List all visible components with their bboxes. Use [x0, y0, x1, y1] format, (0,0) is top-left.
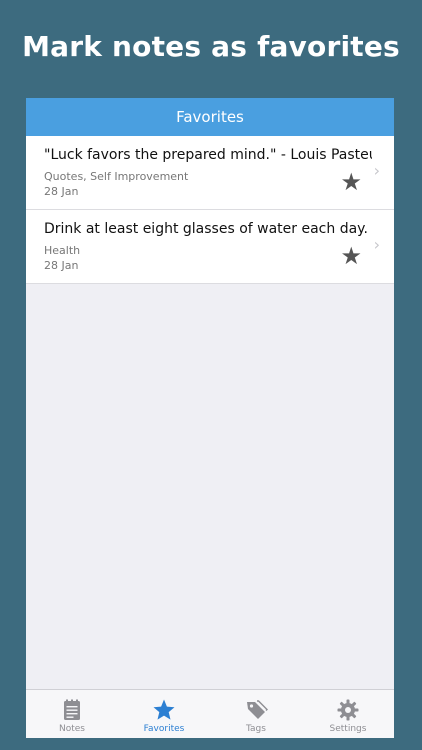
- notepad-icon: [64, 699, 80, 720]
- tab-bar: Notes Favorites Tags Settings: [26, 689, 394, 738]
- marketing-headline: Mark notes as favorites: [22, 30, 400, 63]
- star-icon[interactable]: ★: [340, 244, 362, 268]
- note-tags: Quotes, Self Improvement: [44, 170, 189, 183]
- tab-label: Tags: [246, 724, 266, 734]
- tab-tags[interactable]: Tags: [210, 690, 302, 738]
- tab-favorites[interactable]: Favorites: [118, 690, 210, 738]
- note-row[interactable]: "Luck favors the prepared mind." - Louis…: [26, 136, 394, 210]
- tab-settings[interactable]: Settings: [302, 690, 394, 738]
- phone-screen: Favorites "Luck favors the prepared mind…: [26, 98, 394, 738]
- gear-icon: [337, 699, 359, 721]
- favorites-list: "Luck favors the prepared mind." - Louis…: [26, 136, 394, 284]
- note-date: 28 Jan: [44, 259, 79, 272]
- nav-title: Favorites: [176, 108, 244, 126]
- tab-label: Notes: [59, 724, 85, 734]
- star-icon: [153, 699, 175, 720]
- note-title: "Luck favors the prepared mind." - Louis…: [44, 147, 372, 163]
- tab-label: Favorites: [143, 724, 185, 734]
- note-date: 28 Jan: [44, 185, 79, 198]
- chevron-right-icon: ›: [373, 161, 380, 180]
- note-tags: Health: [44, 244, 81, 257]
- star-icon[interactable]: ★: [340, 170, 362, 194]
- tag-icon: [247, 700, 268, 719]
- tab-notes[interactable]: Notes: [26, 690, 118, 738]
- tab-label: Settings: [329, 724, 367, 734]
- note-title: Drink at least eight glasses of water ea…: [44, 221, 368, 237]
- chevron-right-icon: ›: [373, 235, 380, 254]
- navigation-bar: Favorites: [26, 98, 394, 136]
- note-row[interactable]: Drink at least eight glasses of water ea…: [26, 210, 394, 284]
